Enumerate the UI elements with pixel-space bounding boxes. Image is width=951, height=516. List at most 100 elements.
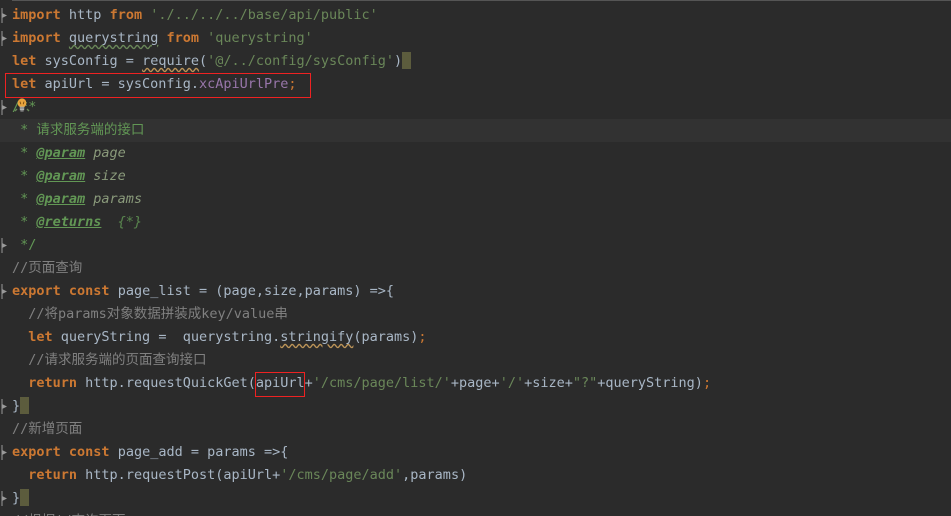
code-token: xcApiUrlPre [198, 76, 289, 92]
code-token: ; [288, 76, 297, 92]
code-token: @param [36, 145, 86, 161]
code-line[interactable]: export const page_list = (page,size,para… [0, 280, 951, 303]
code-token: stringify [280, 329, 354, 345]
code-token: '/' [499, 375, 525, 391]
code-token: //将params对象数据拼装成key/value串 [12, 306, 288, 322]
code-token: @returns [36, 214, 102, 230]
code-token: page_add = params =>{ [109, 444, 289, 460]
code-token: ,params) [402, 467, 468, 483]
fold-collapse-arrow-icon[interactable] [1, 395, 11, 418]
code-token: querystring [68, 30, 159, 46]
code-token: return [28, 467, 78, 483]
code-line[interactable]: * 请求服务端的接口 [0, 119, 951, 142]
code-token: ; [702, 375, 712, 391]
code-token: return [28, 375, 78, 391]
code-token: sysConfig = [36, 53, 143, 69]
code-token: * [12, 214, 37, 230]
code-token: {*} [101, 214, 143, 230]
fold-collapse-arrow-icon[interactable] [1, 96, 11, 119]
code-token: 'querystring' [207, 30, 313, 46]
caret-block [20, 489, 30, 506]
code-line[interactable]: //将params对象数据拼装成key/value串 [0, 303, 951, 326]
fold-collapse-arrow-icon[interactable] [1, 280, 11, 303]
code-token: //页面查询 [12, 260, 83, 276]
code-token: let [12, 53, 37, 69]
code-line[interactable]: export const page_add = params =>{ [0, 441, 951, 464]
caret-block [20, 397, 30, 414]
code-token: from [166, 30, 199, 46]
code-token: (params) [353, 329, 419, 345]
fold-collapse-arrow-icon[interactable] [1, 4, 11, 27]
code-line[interactable]: /** [0, 96, 951, 119]
fold-collapse-arrow-icon[interactable] [1, 27, 11, 50]
code-token: import [12, 30, 61, 46]
code-token: "?" [572, 375, 598, 391]
code-token: http.requestQuickGet(apiUrl+ [77, 375, 313, 391]
code-line[interactable]: */ [0, 234, 951, 257]
code-token: ; [418, 329, 427, 345]
code-token: const [68, 444, 110, 460]
code-token: * [12, 168, 37, 184]
code-token: 请求服务端的接口 [36, 122, 145, 138]
code-token: import [12, 7, 61, 23]
code-line[interactable]: * @param page [0, 142, 951, 165]
code-token: @param [36, 168, 86, 184]
fold-collapse-arrow-icon[interactable] [1, 441, 11, 464]
code-line[interactable]: //页面查询 [0, 257, 951, 280]
code-token: params [85, 191, 143, 207]
lightbulb-intention-icon[interactable] [14, 97, 30, 113]
code-token: './../../../base/api/public' [150, 7, 378, 23]
code-editor[interactable]: import http from './../../../base/api/pu… [0, 0, 951, 516]
code-line[interactable]: let queryString = querystring.stringify(… [0, 326, 951, 349]
fold-collapse-arrow-icon[interactable] [1, 487, 11, 510]
code-token: let [28, 329, 53, 345]
code-token: export [12, 444, 61, 460]
code-token: +page+ [450, 375, 500, 391]
code-token: * [12, 145, 37, 161]
code-line[interactable]: //根据id查询页面 [0, 510, 951, 516]
code-token: page_list = (page,size,params) =>{ [109, 283, 395, 299]
code-token: '@/../config/sysConfig' [207, 53, 395, 69]
code-line[interactable]: import querystring from 'querystring' [0, 27, 951, 50]
code-line[interactable]: } [0, 395, 951, 418]
code-token: size [85, 168, 126, 184]
code-token: +size+ [524, 375, 573, 391]
code-token: ( [198, 53, 208, 69]
code-token: '/cms/page/add' [280, 467, 403, 483]
fold-collapse-arrow-icon[interactable] [1, 234, 11, 257]
code-line[interactable]: return http.requestQuickGet(apiUrl+'/cms… [0, 372, 951, 395]
code-token: export [12, 283, 61, 299]
code-token: from [109, 7, 143, 23]
code-token: http.requestPost(apiUrl+ [77, 467, 281, 483]
code-token: * [12, 191, 37, 207]
code-token: * [12, 122, 37, 138]
code-line[interactable]: //请求服务端的页面查询接口 [0, 349, 951, 372]
code-line[interactable]: let apiUrl = sysConfig.xcApiUrlPre; [0, 73, 951, 96]
code-line[interactable]: import http from './../../../base/api/pu… [0, 4, 951, 27]
code-token: //新增页面 [12, 421, 83, 437]
code-token: } [12, 490, 21, 506]
code-token: queryString = querystring. [52, 329, 281, 345]
code-line[interactable]: let sysConfig = require('@/../config/sys… [0, 50, 951, 73]
code-token: let [12, 76, 37, 92]
code-token: //请求服务端的页面查询接口 [12, 352, 207, 368]
code-token: http [60, 7, 110, 23]
code-line[interactable]: * @param size [0, 165, 951, 188]
code-line[interactable]: //新增页面 [0, 418, 951, 441]
caret-block [402, 52, 412, 69]
editor-top-divider [0, 0, 951, 1]
code-line[interactable]: * @param params [0, 188, 951, 211]
code-token: +queryString) [597, 375, 703, 391]
code-token: '/cms/page/list/' [312, 375, 451, 391]
code-token: @param [36, 191, 86, 207]
code-line[interactable]: * @returns {*} [0, 211, 951, 234]
code-line[interactable]: return http.requestPost(apiUrl+'/cms/pag… [0, 464, 951, 487]
code-line[interactable]: } [0, 487, 951, 510]
